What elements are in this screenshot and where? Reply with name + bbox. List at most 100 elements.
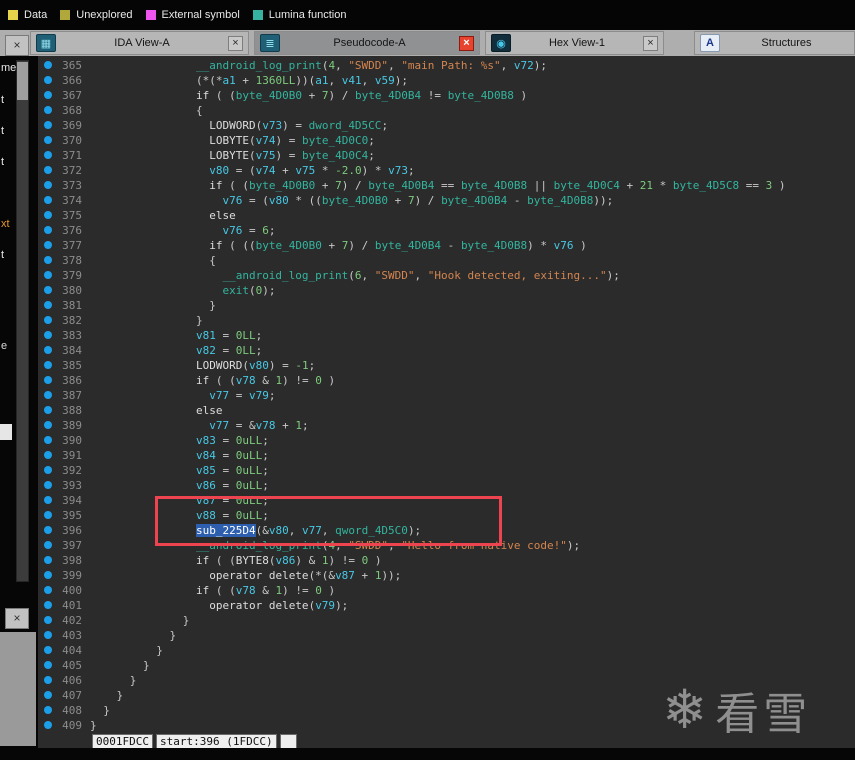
line-marker-dot[interactable] <box>44 451 52 459</box>
line-text[interactable]: if ( ((byte_4D0B0 + 7) / byte_4D0B4 - by… <box>90 238 855 253</box>
code-line-366[interactable]: 366 (*(*a1 + 1360LL))(a1, v41, v59); <box>38 73 855 88</box>
code-line-405[interactable]: 405 } <box>38 658 855 673</box>
code-line-368[interactable]: 368 { <box>38 103 855 118</box>
code-line-385[interactable]: 385 LODWORD(v80) = -1; <box>38 358 855 373</box>
line-marker-dot[interactable] <box>44 226 52 234</box>
code-line-376[interactable]: 376 v76 = 6; <box>38 223 855 238</box>
code-line-379[interactable]: 379 __android_log_print(6, "SWDD", "Hook… <box>38 268 855 283</box>
line-marker-dot[interactable] <box>44 211 52 219</box>
overview-navigator[interactable] <box>0 632 36 746</box>
line-text[interactable]: __android_log_print(6, "SWDD", "Hook det… <box>90 268 855 283</box>
line-marker-dot[interactable] <box>44 181 52 189</box>
code-line-390[interactable]: 390 v83 = 0uLL; <box>38 433 855 448</box>
line-marker-dot[interactable] <box>44 286 52 294</box>
line-text[interactable]: v86 = 0uLL; <box>90 478 855 493</box>
code-line-393[interactable]: 393 v86 = 0uLL; <box>38 478 855 493</box>
line-marker-dot[interactable] <box>44 331 52 339</box>
line-marker-dot[interactable] <box>44 601 52 609</box>
line-marker-dot[interactable] <box>44 346 52 354</box>
line-marker-dot[interactable] <box>44 256 52 264</box>
line-marker-dot[interactable] <box>44 541 52 549</box>
tab-hex-view-1[interactable]: ◉ Hex View-1 × <box>485 31 664 55</box>
code-line-404[interactable]: 404 } <box>38 643 855 658</box>
line-marker-dot[interactable] <box>44 646 52 654</box>
line-marker-dot[interactable] <box>44 241 52 249</box>
code-line-383[interactable]: 383 v81 = 0LL; <box>38 328 855 343</box>
line-marker-dot[interactable] <box>44 196 52 204</box>
line-marker-dot[interactable] <box>44 436 52 444</box>
line-text[interactable]: { <box>90 103 855 118</box>
line-text[interactable]: } <box>90 628 855 643</box>
line-marker-dot[interactable] <box>44 361 52 369</box>
code-line-399[interactable]: 399 operator delete(*(&v87 + 1)); <box>38 568 855 583</box>
line-marker-dot[interactable] <box>44 271 52 279</box>
line-text[interactable]: exit(0); <box>90 283 855 298</box>
line-text[interactable]: v77 = &v78 + 1; <box>90 418 855 433</box>
line-marker-dot[interactable] <box>44 526 52 534</box>
line-text[interactable]: } <box>90 658 855 673</box>
code-line-403[interactable]: 403 } <box>38 628 855 643</box>
line-text[interactable]: v77 = v79; <box>90 388 855 403</box>
tab-ida-view-a[interactable]: ▦ IDA View-A × <box>30 31 249 55</box>
line-marker-dot[interactable] <box>44 151 52 159</box>
line-text[interactable]: v82 = 0LL; <box>90 343 855 358</box>
line-text[interactable]: LODWORD(v73) = dword_4D5CC; <box>90 118 855 133</box>
line-text[interactable]: v80 = (v74 + v75 * -2.0) * v73; <box>90 163 855 178</box>
code-line-401[interactable]: 401 operator delete(v79); <box>38 598 855 613</box>
line-marker-dot[interactable] <box>44 616 52 624</box>
line-text[interactable]: if ( (byte_4D0B0 + 7) / byte_4D0B4 == by… <box>90 178 855 193</box>
line-marker-dot[interactable] <box>44 301 52 309</box>
code-line-386[interactable]: 386 if ( (v78 & 1) != 0 ) <box>38 373 855 388</box>
code-line-369[interactable]: 369 LODWORD(v73) = dword_4D5CC; <box>38 118 855 133</box>
code-line-371[interactable]: 371 LOBYTE(v75) = byte_4D0C4; <box>38 148 855 163</box>
code-line-391[interactable]: 391 v84 = 0uLL; <box>38 448 855 463</box>
code-line-380[interactable]: 380 exit(0); <box>38 283 855 298</box>
line-marker-dot[interactable] <box>44 661 52 669</box>
line-text[interactable]: if ( (byte_4D0B0 + 7) / byte_4D0B4 != by… <box>90 88 855 103</box>
line-marker-dot[interactable] <box>44 556 52 564</box>
line-text[interactable]: } <box>90 313 855 328</box>
dock-close-button-2[interactable]: × <box>5 608 29 629</box>
line-text[interactable]: if ( (BYTE8(v86) & 1) != 0 ) <box>90 553 855 568</box>
line-text[interactable]: else <box>90 403 855 418</box>
left-scrollbar-thumb[interactable] <box>17 62 28 100</box>
line-text[interactable]: v76 = (v80 * ((byte_4D0B0 + 7) / byte_4D… <box>90 193 855 208</box>
line-text[interactable]: if ( (v78 & 1) != 0 ) <box>90 373 855 388</box>
code-line-375[interactable]: 375 else <box>38 208 855 223</box>
code-line-372[interactable]: 372 v80 = (v74 + v75 * -2.0) * v73; <box>38 163 855 178</box>
code-line-382[interactable]: 382 } <box>38 313 855 328</box>
line-marker-dot[interactable] <box>44 631 52 639</box>
tab-pseudocode-a[interactable]: ≣ Pseudocode-A × <box>254 31 480 55</box>
left-panel-selected-item[interactable] <box>0 424 12 440</box>
line-marker-dot[interactable] <box>44 691 52 699</box>
line-text[interactable]: LOBYTE(v74) = byte_4D0C0; <box>90 133 855 148</box>
line-text[interactable]: LODWORD(v80) = -1; <box>90 358 855 373</box>
line-marker-dot[interactable] <box>44 91 52 99</box>
line-marker-dot[interactable] <box>44 406 52 414</box>
tab-structures[interactable]: A Structures <box>694 31 855 55</box>
line-marker-dot[interactable] <box>44 511 52 519</box>
line-text[interactable]: } <box>90 643 855 658</box>
line-marker-dot[interactable] <box>44 166 52 174</box>
line-text[interactable]: LOBYTE(v75) = byte_4D0C4; <box>90 148 855 163</box>
pseudocode-panel[interactable]: 365 __android_log_print(4, "SWDD", "main… <box>38 56 855 748</box>
tab-close-button[interactable]: × <box>643 35 658 51</box>
code-line-373[interactable]: 373 if ( (byte_4D0B0 + 7) / byte_4D0B4 =… <box>38 178 855 193</box>
code-line-374[interactable]: 374 v76 = (v80 * ((byte_4D0B0 + 7) / byt… <box>38 193 855 208</box>
line-text[interactable]: operator delete(v79); <box>90 598 855 613</box>
line-marker-dot[interactable] <box>44 61 52 69</box>
line-marker-dot[interactable] <box>44 586 52 594</box>
tab-close-button[interactable]: × <box>459 35 474 51</box>
code-line-389[interactable]: 389 v77 = &v78 + 1; <box>38 418 855 433</box>
line-text[interactable]: operator delete(*(&v87 + 1)); <box>90 568 855 583</box>
line-text[interactable]: v83 = 0uLL; <box>90 433 855 448</box>
line-text[interactable]: v85 = 0uLL; <box>90 463 855 478</box>
code-line-367[interactable]: 367 if ( (byte_4D0B0 + 7) / byte_4D0B4 !… <box>38 88 855 103</box>
line-text[interactable]: v76 = 6; <box>90 223 855 238</box>
line-text[interactable]: if ( (v78 & 1) != 0 ) <box>90 583 855 598</box>
dock-close-button[interactable]: × <box>5 35 29 56</box>
line-marker-dot[interactable] <box>44 421 52 429</box>
line-marker-dot[interactable] <box>44 391 52 399</box>
line-marker-dot[interactable] <box>44 706 52 714</box>
code-line-392[interactable]: 392 v85 = 0uLL; <box>38 463 855 478</box>
